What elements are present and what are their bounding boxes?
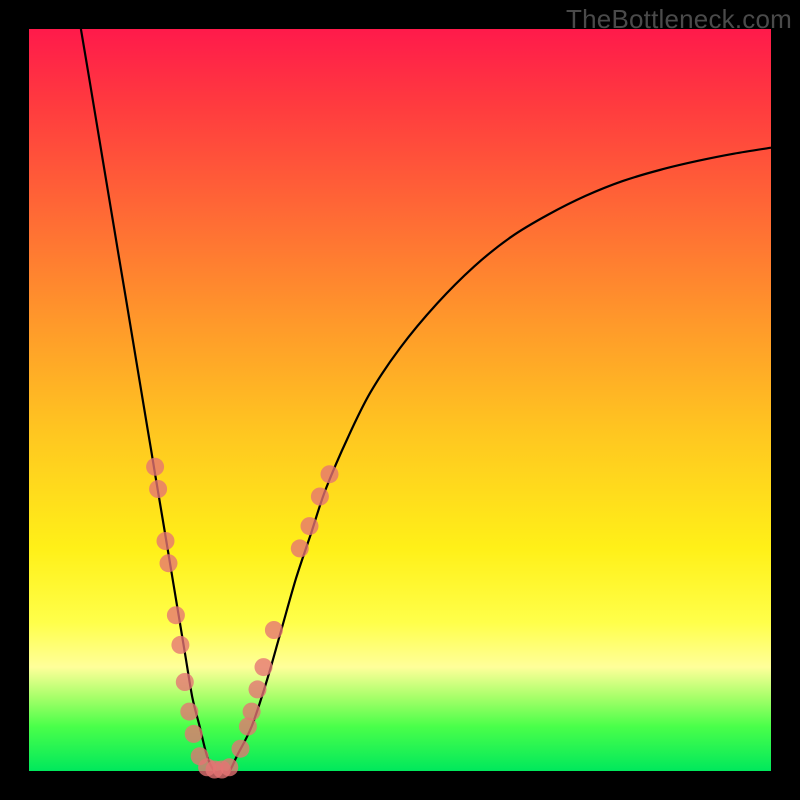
curve-marker <box>167 606 185 624</box>
curve-line <box>81 29 771 772</box>
curve-marker <box>146 458 164 476</box>
curve-marker <box>176 673 194 691</box>
curve-marker <box>243 703 261 721</box>
curve-marker <box>249 680 267 698</box>
curve-marker <box>220 758 238 776</box>
curve-marker <box>301 517 319 535</box>
curve-marker <box>185 725 203 743</box>
curve-marker <box>160 554 178 572</box>
curve-marker <box>265 621 283 639</box>
curve-markers <box>146 458 338 779</box>
curve-marker <box>321 465 339 483</box>
curve-marker <box>232 740 250 758</box>
curve-marker <box>255 658 273 676</box>
curve-marker <box>291 539 309 557</box>
curve-marker <box>180 703 198 721</box>
curve-marker <box>171 636 189 654</box>
chart-svg <box>29 29 771 771</box>
curve-marker <box>311 488 329 506</box>
watermark-text: TheBottleneck.com <box>566 4 792 35</box>
curve-marker <box>149 480 167 498</box>
curve-marker <box>157 532 175 550</box>
